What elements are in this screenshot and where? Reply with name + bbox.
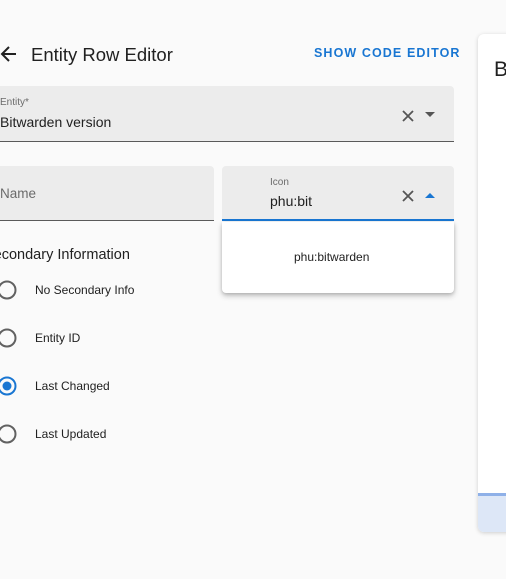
icon-field[interactable]: Icon phu:bit	[222, 166, 454, 221]
icon-field-label: Icon	[270, 177, 289, 188]
preview-card-footer	[478, 493, 506, 532]
entity-field-label: Entity*	[0, 97, 29, 108]
entity-field-value: Bitwarden version	[0, 114, 112, 130]
back-arrow-icon[interactable]	[0, 44, 18, 64]
secondary-info-title: Secondary Information	[0, 247, 130, 263]
preview-card-title: B	[494, 58, 506, 81]
dropdown-arrow-icon[interactable]	[425, 112, 435, 118]
page-title: Entity Row Editor	[31, 44, 173, 65]
icon-suggestions-dropdown: phu:bitwarden	[222, 222, 454, 293]
radio-entity-id[interactable]	[0, 328, 17, 348]
dropdown-arrow-up-icon[interactable]	[425, 192, 435, 198]
clear-icon[interactable]	[401, 189, 415, 203]
radio-no-secondary-info[interactable]	[0, 280, 17, 300]
radio-label-last-updated[interactable]: Last Updated	[35, 427, 106, 441]
show-code-editor-button[interactable]: SHOW CODE EDITOR	[314, 46, 461, 60]
suggestion-item[interactable]: phu:bitwarden	[222, 234, 454, 280]
entity-field[interactable]: Entity* Bitwarden version	[0, 86, 454, 142]
radio-last-updated[interactable]	[0, 424, 17, 444]
radio-label-entity-id[interactable]: Entity ID	[35, 331, 80, 345]
radio-label-no-secondary-info[interactable]: No Secondary Info	[35, 283, 134, 297]
preview-card: B	[478, 34, 506, 532]
name-field-label: Name	[0, 186, 37, 201]
suggestion-item-label: phu:bitwarden	[294, 250, 370, 264]
radio-label-last-changed[interactable]: Last Changed	[35, 379, 110, 393]
radio-last-changed[interactable]	[0, 376, 17, 396]
name-field[interactable]: Name	[0, 166, 214, 221]
clear-icon[interactable]	[401, 109, 415, 123]
icon-field-value[interactable]: phu:bit	[270, 193, 312, 209]
